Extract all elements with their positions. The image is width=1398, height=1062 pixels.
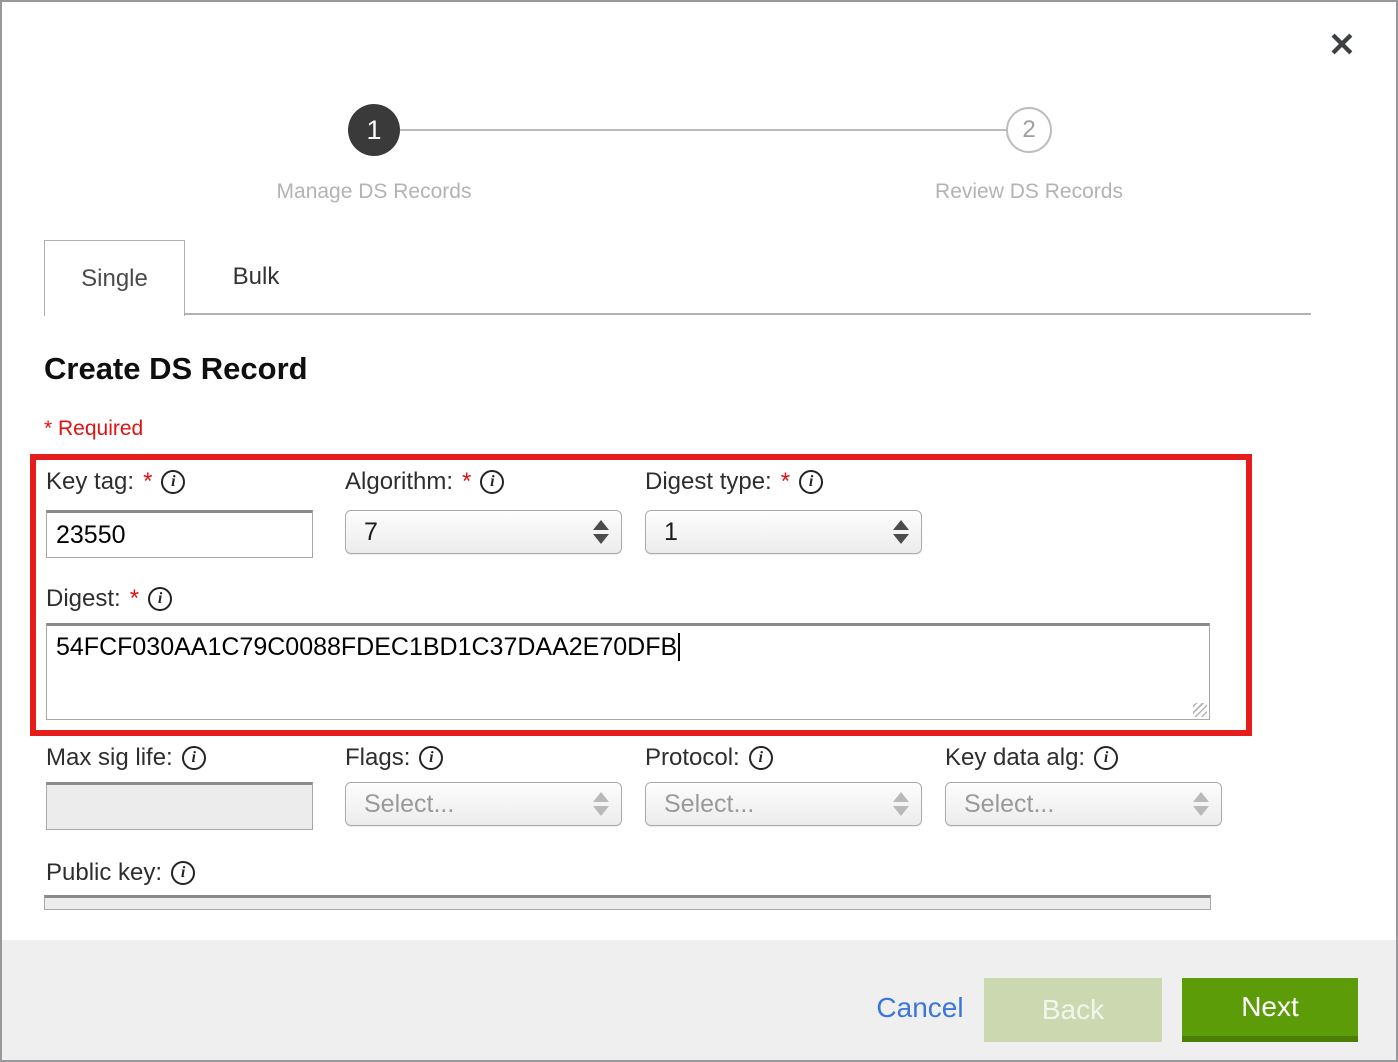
create-ds-record-modal: ✕ 1 2 Manage DS Records Review DS Record… (0, 0, 1398, 1062)
protocol-label-text: Protocol: (645, 744, 740, 772)
digest-required-mark: * (130, 585, 139, 613)
max-sig-life-label: Max sig life: i (46, 744, 206, 772)
select-arrows-icon (593, 520, 609, 544)
digest-info-icon[interactable]: i (148, 587, 172, 611)
flags-label: Flags: i (345, 744, 443, 772)
key-data-alg-select-value: Select... (964, 790, 1054, 819)
select-arrows-icon (1193, 792, 1209, 816)
step-2-label: Review DS Records (829, 180, 1229, 204)
resize-grip-icon[interactable] (1193, 703, 1207, 717)
flags-select[interactable]: Select... (345, 782, 622, 826)
stepper-connector-line (400, 129, 1008, 131)
algorithm-required-mark: * (462, 468, 471, 496)
key-tag-info-icon[interactable]: i (161, 470, 185, 494)
step-2-circle: 2 (1006, 107, 1052, 153)
step-1-circle: 1 (348, 104, 400, 156)
digest-type-required-mark: * (781, 468, 790, 496)
digest-label: Digest: * i (46, 585, 172, 613)
max-sig-life-input[interactable] (46, 782, 313, 830)
tab-bulk[interactable]: Bulk (185, 240, 327, 313)
flags-label-text: Flags: (345, 744, 410, 772)
key-tag-label: Key tag: * i (46, 468, 185, 496)
close-icon[interactable]: ✕ (1320, 22, 1364, 66)
protocol-info-icon[interactable]: i (749, 746, 773, 770)
algorithm-info-icon[interactable]: i (480, 470, 504, 494)
page-title: Create DS Record (44, 351, 308, 387)
required-note: * Required (44, 417, 143, 441)
key-tag-label-text: Key tag: (46, 468, 134, 496)
text-caret (678, 633, 680, 661)
next-button[interactable]: Next (1182, 978, 1358, 1042)
key-data-alg-label: Key data alg: i (945, 744, 1118, 772)
algorithm-label: Algorithm: * i (345, 468, 504, 496)
protocol-label: Protocol: i (645, 744, 773, 772)
key-data-alg-select[interactable]: Select... (945, 782, 1222, 826)
protocol-select[interactable]: Select... (645, 782, 922, 826)
key-data-alg-info-icon[interactable]: i (1094, 746, 1118, 770)
key-data-alg-label-text: Key data alg: (945, 744, 1085, 772)
digest-type-label-text: Digest type: (645, 468, 772, 496)
digest-type-label: Digest type: * i (645, 468, 823, 496)
digest-label-text: Digest: (46, 585, 121, 613)
select-arrows-icon (593, 792, 609, 816)
tab-bar-underline (44, 313, 1311, 315)
digest-type-select-value: 1 (664, 518, 678, 547)
select-arrows-icon (893, 520, 909, 544)
flags-select-value: Select... (364, 790, 454, 819)
digest-type-info-icon[interactable]: i (799, 470, 823, 494)
cancel-button[interactable]: Cancel (860, 992, 980, 1024)
key-tag-input[interactable] (46, 510, 313, 558)
algorithm-select[interactable]: 7 (345, 510, 622, 554)
digest-type-select[interactable]: 1 (645, 510, 922, 554)
protocol-select-value: Select... (664, 790, 754, 819)
step-1-label: Manage DS Records (174, 180, 574, 204)
max-sig-life-label-text: Max sig life: (46, 744, 173, 772)
public-key-label-text: Public key: (46, 859, 162, 887)
algorithm-select-value: 7 (364, 518, 378, 547)
tab-single[interactable]: Single (44, 240, 185, 316)
back-button[interactable]: Back (984, 978, 1162, 1042)
select-arrows-icon (893, 792, 909, 816)
digest-textarea[interactable]: 54FCF030AA1C79C0088FDEC1BD1C37DAA2E70DFB (46, 623, 1210, 720)
flags-info-icon[interactable]: i (419, 746, 443, 770)
public-key-textarea[interactable] (44, 895, 1211, 910)
public-key-label: Public key: i (46, 859, 195, 887)
public-key-info-icon[interactable]: i (171, 861, 195, 885)
algorithm-label-text: Algorithm: (345, 468, 453, 496)
max-sig-life-info-icon[interactable]: i (182, 746, 206, 770)
digest-value: 54FCF030AA1C79C0088FDEC1BD1C37DAA2E70DFB (56, 633, 677, 661)
key-tag-required-mark: * (143, 468, 152, 496)
